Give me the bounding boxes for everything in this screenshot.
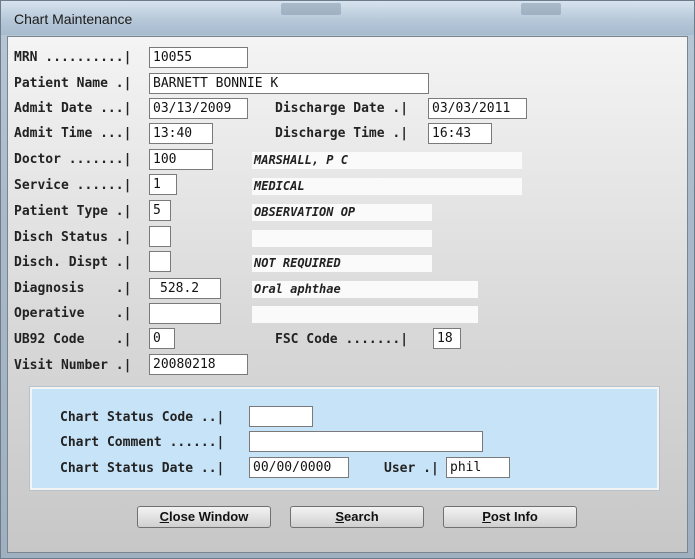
disch-dispt-label: Disch. Dispt .|: [14, 255, 132, 270]
diagnosis-label: Diagnosis .|: [14, 281, 132, 296]
doctor-label: Doctor .......|: [14, 152, 132, 167]
chart-comment-label: Chart Comment ......|: [60, 435, 225, 450]
search-button[interactable]: Search: [290, 506, 424, 528]
close-window-button[interactable]: Close Window: [137, 506, 271, 528]
ub92-code-label: UB92 Code .|: [14, 332, 132, 347]
admit-date-label: Admit Date ...|: [14, 101, 132, 116]
ub92-code-field[interactable]: 0: [149, 328, 175, 349]
patient-type-field[interactable]: 5: [149, 200, 171, 221]
visit-number-field[interactable]: 20080218: [149, 354, 248, 375]
fsc-code-field[interactable]: 18: [433, 328, 461, 349]
disch-status-field[interactable]: [149, 226, 171, 247]
diagnosis-field[interactable]: 528.2: [149, 278, 221, 299]
patient-name-label: Patient Name .|: [14, 76, 132, 91]
discharge-time-field[interactable]: 16:43: [428, 123, 492, 144]
admit-time-label: Admit Time ...|: [14, 126, 132, 141]
disch-status-label: Disch Status .|: [14, 230, 132, 245]
service-label: Service ......|: [14, 178, 132, 193]
disch-dispt-field[interactable]: [149, 251, 171, 272]
chart-comment-field[interactable]: [249, 431, 483, 452]
chart-status-code-field[interactable]: [249, 406, 313, 427]
patient-type-label: Patient Type .|: [14, 204, 132, 219]
patient-name-field[interactable]: BARNETT BONNIE K: [149, 73, 429, 94]
chart-status-date-label: Chart Status Date ..|: [60, 461, 225, 476]
mrn-label: MRN ..........|: [14, 50, 132, 65]
service-name: MEDICAL: [252, 178, 522, 195]
chart-maintenance-window: Chart Maintenance MRN ..........| 10055 …: [0, 0, 695, 559]
discharge-time-label: Discharge Time .|: [275, 126, 409, 141]
diagnosis-name: Oral aphthae: [252, 281, 478, 298]
discharge-date-field[interactable]: 03/03/2011: [428, 98, 527, 119]
disch-dispt-name: NOT REQUIRED: [252, 255, 432, 272]
fsc-code-label: FSC Code .......|: [275, 332, 409, 347]
user-field[interactable]: phil: [446, 457, 510, 478]
background-blur: [281, 3, 341, 15]
mrn-field[interactable]: 10055: [149, 47, 248, 68]
doctor-field[interactable]: 100: [149, 149, 213, 170]
post-info-button[interactable]: Post Info: [443, 506, 577, 528]
admit-date-field[interactable]: 03/13/2009: [149, 98, 248, 119]
window-title: Chart Maintenance: [14, 11, 133, 27]
disch-status-name: [252, 230, 432, 247]
title-bar[interactable]: Chart Maintenance: [1, 1, 694, 35]
chart-status-code-label: Chart Status Code ..|: [60, 410, 225, 425]
chart-status-panel: Chart Status Code ..| Chart Comment ....…: [30, 387, 659, 490]
operative-name: [252, 306, 478, 323]
doctor-name: MARSHALL, P C: [252, 152, 522, 169]
visit-number-label: Visit Number .|: [14, 358, 132, 373]
user-label: User .|: [384, 461, 439, 476]
chart-status-date-field[interactable]: 00/00/0000: [249, 457, 349, 478]
form-panel: MRN ..........| 10055 Patient Name .| BA…: [7, 36, 688, 553]
operative-field[interactable]: [149, 303, 221, 324]
discharge-date-label: Discharge Date .|: [275, 101, 409, 116]
patient-type-name: OBSERVATION OP: [252, 204, 432, 221]
operative-label: Operative .|: [14, 306, 132, 321]
admit-time-field[interactable]: 13:40: [149, 123, 213, 144]
background-blur: [521, 3, 561, 15]
service-field[interactable]: 1: [149, 174, 177, 195]
